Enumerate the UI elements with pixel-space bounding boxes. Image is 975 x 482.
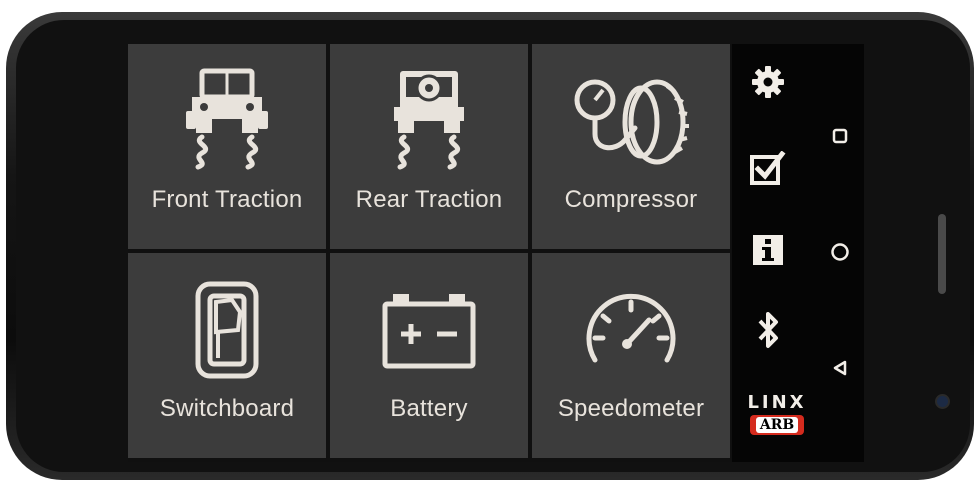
checkbox-icon[interactable]	[748, 148, 788, 188]
linx-arb-logo: LINX ARB	[742, 392, 812, 435]
tile-label: Switchboard	[159, 395, 295, 422]
bluetooth-icon[interactable]	[748, 310, 788, 350]
info-icon[interactable]	[748, 230, 788, 270]
speedometer-icon	[556, 275, 706, 385]
camera-icon	[937, 396, 948, 407]
compressor-icon	[556, 66, 706, 176]
tile-switchboard[interactable]: Switchboard	[128, 253, 326, 458]
gear-icon[interactable]	[748, 62, 788, 102]
tile-rear-traction[interactable]: Rear Traction	[330, 44, 528, 249]
arb-badge: ARB	[750, 415, 804, 435]
tile-speedometer[interactable]: Speedometer	[532, 253, 730, 458]
back-icon[interactable]	[828, 356, 852, 380]
tile-battery[interactable]: Battery	[330, 253, 528, 458]
front-traction-icon	[152, 66, 302, 176]
switch-icon	[152, 275, 302, 385]
tile-label: Battery	[390, 395, 468, 422]
tile-grid: Front Traction Rear Traction Compressor …	[128, 44, 732, 462]
battery-icon	[354, 275, 504, 385]
tile-front-traction[interactable]: Front Traction	[128, 44, 326, 249]
logo-linx-text: LINX	[747, 392, 807, 413]
arb-badge-text: ARB	[755, 417, 799, 433]
tile-compressor[interactable]: Compressor	[532, 44, 730, 249]
phone-side-button	[938, 214, 946, 294]
rear-traction-icon	[354, 66, 504, 176]
tile-label: Compressor	[564, 186, 698, 213]
sidebar: LINX ARB	[732, 44, 864, 462]
recent-apps-icon[interactable]	[828, 124, 852, 148]
home-icon[interactable]	[828, 240, 852, 264]
tile-label: Rear Traction	[355, 186, 503, 213]
tile-label: Speedometer	[557, 395, 705, 422]
tile-label: Front Traction	[151, 186, 303, 213]
screen: Front Traction Rear Traction Compressor …	[128, 44, 864, 462]
